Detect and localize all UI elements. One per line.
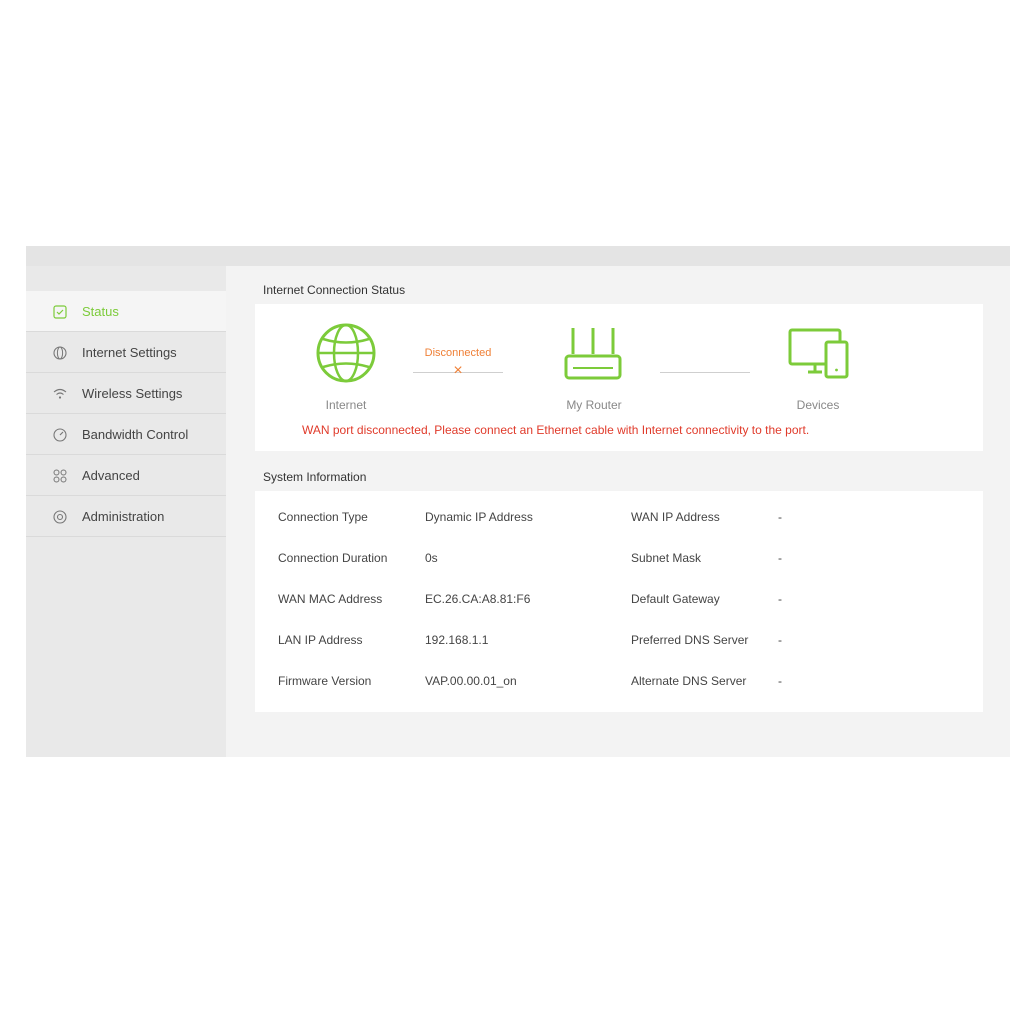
wan-warning-message: WAN port disconnected, Please connect an… xyxy=(302,423,810,437)
grid-icon xyxy=(53,469,67,483)
sidebar-item-label: Status xyxy=(82,304,119,319)
preferred-dns-server-label: Preferred DNS Server xyxy=(631,633,749,647)
alternate-dns-server-label: Alternate DNS Server xyxy=(631,674,747,688)
sidebar-item-status[interactable]: Status xyxy=(26,291,226,332)
sidebar-item-label: Bandwidth Control xyxy=(82,427,189,442)
preferred-dns-server-value: - xyxy=(778,633,782,647)
router-admin-window: Status Internet Settings Wireless Settin… xyxy=(26,246,1010,757)
sidebar-item-label: Advanced xyxy=(82,468,140,483)
devices-label: Devices xyxy=(796,398,840,412)
sidebar-item-label: Internet Settings xyxy=(82,345,177,360)
firmware-version-label: Firmware Version xyxy=(278,674,372,688)
wifi-icon xyxy=(53,388,67,399)
router-devices-link xyxy=(660,372,750,373)
globe-icon xyxy=(53,346,67,360)
connection-status-card: Internet Disconnected × My Router Device… xyxy=(255,304,983,451)
connection-duration-value: 0s xyxy=(425,551,438,565)
lan-ip-address-value: 192.168.1.1 xyxy=(425,633,489,647)
connection-duration-label: Connection Duration xyxy=(278,551,388,565)
wan-mac-address-value: EC.26.CA:A8.81:F6 xyxy=(425,592,531,606)
router-icon xyxy=(564,328,622,380)
default-gateway-value: - xyxy=(778,592,782,606)
sidebar-item-internet-settings[interactable]: Internet Settings xyxy=(26,332,226,373)
sidebar-item-label: Administration xyxy=(82,509,165,524)
alternate-dns-server-value: - xyxy=(778,674,782,688)
admin-icon xyxy=(53,510,67,524)
system-information-card: Connection Type Dynamic IP Address Conne… xyxy=(255,491,983,712)
subnet-mask-value: - xyxy=(778,551,782,565)
main-content: Internet Connection Status Internet Disc… xyxy=(226,266,1010,757)
wan-mac-address-label: WAN MAC Address xyxy=(278,592,383,606)
connection-type-label: Connection Type xyxy=(278,510,368,524)
sidebar-item-advanced[interactable]: Advanced xyxy=(26,455,226,496)
sidebar-item-bandwidth-control[interactable]: Bandwidth Control xyxy=(26,414,226,455)
firmware-version-value: VAP.00.00.01_on xyxy=(425,674,517,688)
speedometer-icon xyxy=(53,428,67,442)
default-gateway-label: Default Gateway xyxy=(631,592,720,606)
wan-ip-address-label: WAN IP Address xyxy=(631,510,720,524)
devices-icon xyxy=(788,328,849,379)
connection-type-value: Dynamic IP Address xyxy=(425,510,533,524)
internet-globe-icon xyxy=(316,323,376,383)
connection-status-text: Disconnected xyxy=(424,347,492,359)
status-icon xyxy=(53,305,67,319)
disconnected-x-icon: × xyxy=(453,362,463,379)
sidebar-item-label: Wireless Settings xyxy=(82,386,183,401)
sidebar: Status Internet Settings Wireless Settin… xyxy=(26,266,226,757)
internet-label: Internet xyxy=(325,398,367,412)
system-information-title: System Information xyxy=(263,470,367,484)
sidebar-item-administration[interactable]: Administration xyxy=(26,496,226,537)
wan-ip-address-value: - xyxy=(778,510,782,524)
top-strip xyxy=(26,246,1010,266)
subnet-mask-label: Subnet Mask xyxy=(631,551,702,565)
connection-status-title: Internet Connection Status xyxy=(263,283,406,297)
my-router-label: My Router xyxy=(566,398,622,412)
sidebar-item-wireless-settings[interactable]: Wireless Settings xyxy=(26,373,226,414)
lan-ip-address-label: LAN IP Address xyxy=(278,633,363,647)
